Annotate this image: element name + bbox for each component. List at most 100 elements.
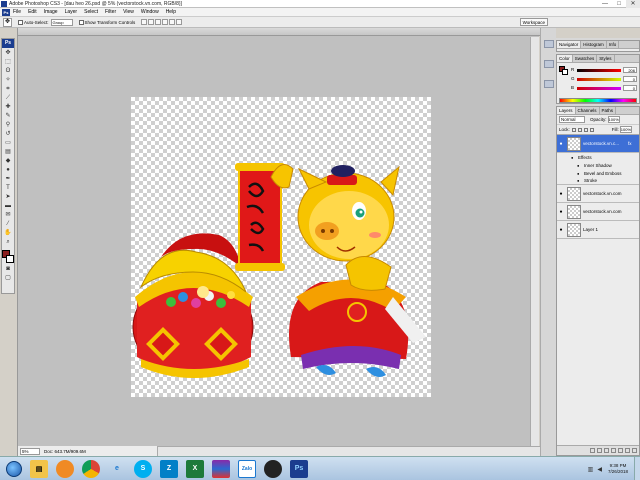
visibility-eye-icon[interactable]: ● — [557, 141, 565, 147]
show-desktop-button[interactable] — [634, 457, 640, 480]
maximize-button[interactable]: □ — [612, 0, 626, 8]
link-layers-icon[interactable] — [590, 448, 595, 453]
lock-position-icon[interactable] — [583, 127, 588, 132]
clone-stamp-icon[interactable]: ⚲ — [3, 121, 13, 129]
notes-tool-icon[interactable]: ✉ — [3, 211, 13, 219]
auto-select-checkbox[interactable] — [18, 19, 23, 25]
panel-fg-bg-swatch[interactable] — [559, 66, 568, 75]
menu-layer[interactable]: Layer — [65, 9, 78, 15]
r-value[interactable]: 206 — [623, 67, 637, 73]
firefox-icon[interactable] — [56, 459, 74, 478]
effect-row[interactable]: ● Bevel and Emboss — [557, 169, 639, 177]
layer-row[interactable]: ● Layer 1 — [557, 221, 639, 239]
color-swatches[interactable] — [2, 250, 14, 264]
tab-histogram[interactable]: Histogram — [581, 41, 607, 48]
align-bottom-icon[interactable] — [155, 19, 162, 25]
add-mask-icon[interactable] — [604, 448, 609, 453]
slice-tool-icon[interactable]: ⟋ — [3, 94, 13, 102]
media-player-icon[interactable] — [264, 459, 282, 478]
align-top-icon[interactable] — [141, 19, 148, 25]
align-left-icon[interactable] — [162, 19, 169, 25]
minimize-button[interactable]: — — [598, 0, 612, 8]
magic-wand-icon[interactable]: ✧ — [3, 76, 13, 84]
menu-image[interactable]: Image — [44, 9, 58, 15]
marquee-tool-icon[interactable]: ⬚ — [3, 58, 13, 66]
opacity-value[interactable]: 100% — [607, 116, 620, 123]
workspace-button[interactable]: Workspace — [519, 18, 548, 26]
effects-group[interactable]: ● Effects — [557, 153, 639, 161]
blend-mode-dropdown[interactable]: Normal — [559, 116, 585, 123]
excel-icon[interactable]: X — [186, 459, 204, 478]
tab-paths[interactable]: Paths — [600, 107, 617, 114]
clock[interactable]: 9:38 PM 7/26/2018 — [608, 463, 628, 475]
b-slider[interactable] — [577, 87, 621, 90]
new-group-icon[interactable] — [618, 448, 623, 453]
menu-edit[interactable]: Edit — [28, 9, 37, 15]
tab-swatches[interactable]: Swatches — [573, 55, 598, 62]
effect-row[interactable]: ● Inner Shadow — [557, 161, 639, 169]
move-tool-icon[interactable]: ✥ — [3, 17, 12, 27]
menu-filter[interactable]: Filter — [105, 9, 116, 15]
eyedropper-icon[interactable]: ⁄ — [3, 220, 13, 228]
tab-layers[interactable]: Layers — [557, 107, 576, 114]
menu-help[interactable]: Help — [166, 9, 176, 15]
winrar-icon[interactable] — [212, 459, 230, 478]
start-button[interactable] — [6, 460, 22, 477]
zalo-icon[interactable]: Z — [160, 459, 178, 478]
menu-select[interactable]: Select — [84, 9, 98, 15]
volume-icon[interactable]: ◀ — [597, 466, 602, 473]
tab-channels[interactable]: Channels — [576, 107, 600, 114]
tool-presets-panel-icon[interactable] — [543, 60, 554, 68]
brush-tool-icon[interactable]: ✎ — [3, 112, 13, 120]
eraser-tool-icon[interactable]: ▭ — [3, 139, 13, 147]
visibility-eye-icon[interactable]: ● — [557, 209, 565, 215]
fx-icon[interactable]: fx — [628, 141, 632, 146]
crop-tool-icon[interactable]: ⌗ — [3, 85, 13, 93]
dodge-tool-icon[interactable]: ● — [3, 166, 13, 174]
tab-styles[interactable]: Styles — [597, 55, 615, 62]
new-layer-icon[interactable] — [625, 448, 630, 453]
effect-eye-icon[interactable]: ● — [577, 171, 581, 176]
shape-tool-icon[interactable]: ▬ — [3, 202, 13, 210]
skype-icon[interactable]: S — [134, 459, 152, 478]
path-select-icon[interactable]: ➤ — [3, 193, 13, 201]
align-hcenter-icon[interactable] — [169, 19, 176, 25]
menu-view[interactable]: View — [123, 9, 134, 15]
move-tool-icon[interactable]: ✥ — [3, 49, 13, 57]
type-tool-icon[interactable]: T — [3, 184, 13, 192]
visibility-eye-icon[interactable]: ● — [557, 191, 565, 197]
zalo-pc-icon[interactable]: Zalo — [238, 459, 256, 478]
photoshop-taskbar-icon[interactable]: Ps — [290, 459, 308, 478]
vertical-scrollbar[interactable] — [530, 37, 539, 446]
hand-tool-icon[interactable]: ✋ — [3, 229, 13, 237]
effect-eye-icon[interactable]: ● — [577, 163, 581, 168]
brushes-panel-icon[interactable] — [543, 40, 554, 48]
panel-background-color[interactable] — [562, 69, 568, 75]
effect-row[interactable]: ● Stroke — [557, 177, 639, 185]
history-brush-icon[interactable]: ↺ — [3, 130, 13, 138]
internet-explorer-icon[interactable]: e — [108, 460, 126, 478]
visibility-eye-icon[interactable]: ● — [557, 227, 565, 233]
network-icon[interactable]: ▥ — [588, 466, 594, 473]
lock-image-icon[interactable] — [577, 127, 582, 132]
adjustment-layer-icon[interactable] — [611, 448, 616, 453]
b-value[interactable]: 0 — [623, 85, 637, 91]
effect-eye-icon[interactable]: ● — [577, 178, 581, 183]
color-spectrum[interactable] — [559, 98, 637, 103]
show-transform-checkbox[interactable] — [78, 19, 84, 25]
layer-row-selected[interactable]: ● vectorstock.vn.c... fx — [557, 135, 639, 153]
g-value[interactable]: 0 — [623, 76, 637, 82]
lock-all-icon[interactable] — [589, 127, 594, 132]
align-right-icon[interactable] — [176, 19, 183, 25]
healing-brush-icon[interactable]: ✚ — [3, 103, 13, 111]
quick-mask-icon[interactable]: ◙ — [3, 265, 13, 273]
fill-value[interactable]: 100% — [619, 126, 632, 133]
tab-navigator[interactable]: Navigator — [557, 41, 582, 48]
zoom-tool-icon[interactable]: ⌕ — [3, 238, 13, 246]
layer-row[interactable]: ● vectorstock.vn.com — [557, 203, 639, 221]
effect-eye-icon[interactable]: ● — [571, 155, 575, 160]
pen-tool-icon[interactable]: ✒ — [3, 175, 13, 183]
file-explorer-icon[interactable]: ▤ — [30, 459, 48, 478]
delete-layer-icon[interactable] — [632, 448, 637, 453]
lasso-tool-icon[interactable]: ʘ — [3, 67, 13, 75]
